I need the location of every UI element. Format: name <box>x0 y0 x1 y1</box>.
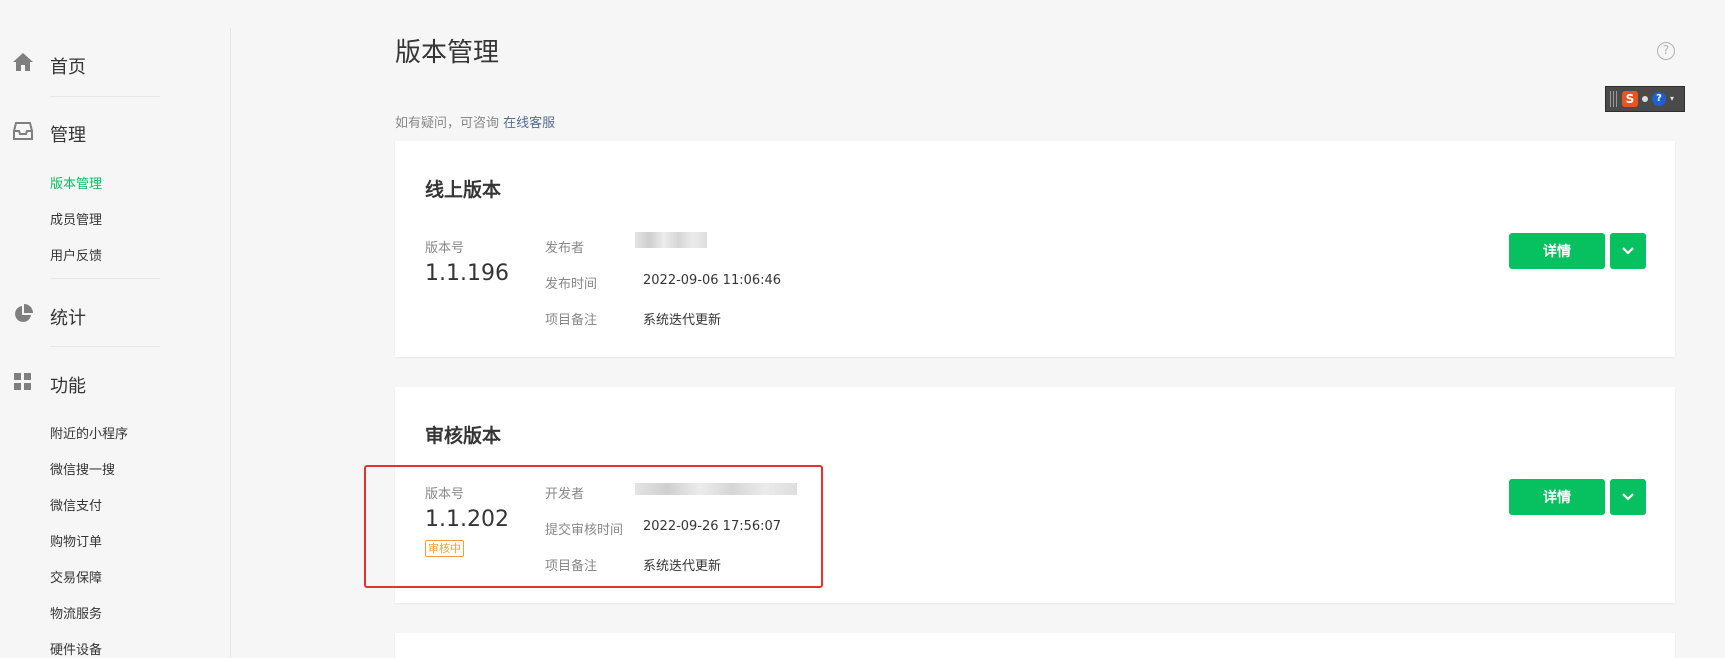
sidebar-item-wechat-pay[interactable]: 微信支付 <box>50 495 102 514</box>
divider <box>50 346 160 347</box>
sidebar-item-member-management[interactable]: 成员管理 <box>50 209 102 228</box>
detail-button[interactable]: 详情 <box>1509 233 1605 269</box>
nav-home-label: 首页 <box>50 57 86 78</box>
nav-features-label: 功能 <box>50 376 86 397</box>
home-icon <box>12 51 34 73</box>
sidebar-item-user-feedback[interactable]: 用户反馈 <box>50 245 102 264</box>
dot-icon <box>1642 96 1648 102</box>
publisher-value-masked <box>635 232 707 248</box>
divider <box>50 96 160 97</box>
publish-time-value: 2022-09-06 11:06:46 <box>643 273 782 288</box>
highlight-annotation <box>364 465 823 588</box>
grip-icon[interactable] <box>1610 91 1618 107</box>
card-title: 审核版本 <box>425 425 502 447</box>
version-label: 版本号 <box>425 241 465 256</box>
ime-toolbar[interactable]: S ? ▾ <box>1605 86 1685 112</box>
chevron-down-icon <box>1622 247 1634 255</box>
sidebar-item-wechat-search[interactable]: 微信搜一搜 <box>50 459 115 478</box>
sidebar-item-hardware[interactable]: 硬件设备 <box>50 639 102 658</box>
chevron-down-icon[interactable]: ▾ <box>1670 95 1674 103</box>
divider <box>50 278 160 279</box>
nav-management-label: 管理 <box>50 125 86 146</box>
publisher-label: 发布者 <box>545 241 585 256</box>
more-dropdown-button[interactable] <box>1610 233 1646 269</box>
help-icon[interactable]: ? <box>1652 92 1666 106</box>
more-dropdown-button[interactable] <box>1610 479 1646 515</box>
sogou-logo-icon[interactable]: S <box>1622 91 1638 107</box>
sidebar-item-nearby-miniprogram[interactable]: 附近的小程序 <box>50 423 128 442</box>
sidebar-item-shopping-orders[interactable]: 购物订单 <box>50 531 102 550</box>
inbox-icon <box>12 120 34 142</box>
pie-chart-icon <box>12 303 34 325</box>
publish-time-label: 发布时间 <box>545 277 598 292</box>
version-number: 1.1.196 <box>425 261 509 286</box>
chevron-down-icon <box>1622 493 1634 501</box>
card-title: 线上版本 <box>425 179 502 201</box>
page-title: 版本管理 <box>395 38 500 68</box>
next-card <box>395 633 1675 658</box>
sidebar: 首页 管理 版本管理 成员管理 用户反馈 统计 功能 附近的小程序 微信搜一搜 … <box>0 0 230 658</box>
sidebar-divider <box>230 28 231 658</box>
notice-text: 如有疑问，可咨询 <box>395 116 500 131</box>
notice: 如有疑问，可咨询 在线客服 <box>395 112 555 131</box>
detail-button[interactable]: 详情 <box>1509 479 1605 515</box>
nav-statistics-label: 统计 <box>50 308 86 329</box>
help-circle-icon[interactable]: ? <box>1657 42 1675 60</box>
grid-icon <box>12 371 34 393</box>
online-service-link[interactable]: 在线客服 <box>503 116 555 131</box>
online-version-card: 线上版本 版本号 1.1.196 发布者 发布时间 2022-09-06 11:… <box>395 141 1675 357</box>
remark-value: 系统迭代更新 <box>643 313 722 328</box>
sidebar-item-logistics[interactable]: 物流服务 <box>50 603 102 622</box>
sidebar-item-version-management[interactable]: 版本管理 <box>50 173 102 192</box>
sidebar-item-transaction-guarantee[interactable]: 交易保障 <box>50 567 102 586</box>
remark-label: 项目备注 <box>545 313 598 328</box>
